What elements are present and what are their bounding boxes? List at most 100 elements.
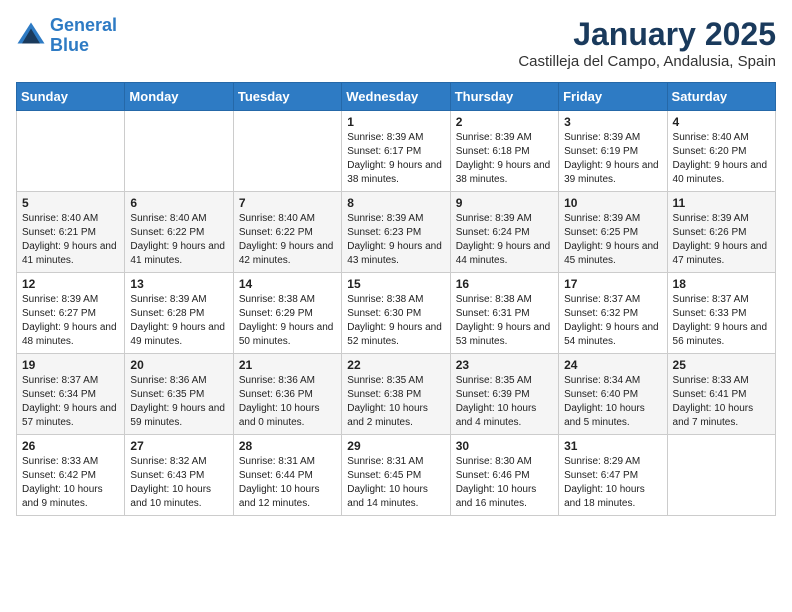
day-info: Sunrise: 8:35 AM Sunset: 6:38 PM Dayligh…: [347, 374, 444, 430]
day-info: Sunrise: 8:40 AM Sunset: 6:22 PM Dayligh…: [130, 212, 227, 268]
title-block: January 2025 Castilleja del Campo, Andal…: [518, 16, 776, 70]
day-number: 24: [564, 358, 661, 372]
calendar-cell: 30 Sunrise: 8:30 AM Sunset: 6:46 PM Dayli…: [450, 435, 558, 516]
calendar-cell: [667, 435, 775, 516]
calendar-cell: 17Sunrise: 8:37 AM Sunset: 6:32 PM Dayli…: [559, 273, 667, 354]
day-number: 4: [673, 115, 770, 129]
calendar-week-row: 19 Sunrise: 8:37 AM Sunset: 6:34 PM Dayli…: [17, 354, 776, 435]
day-number: 18: [673, 277, 770, 291]
calendar-cell: 6 Sunrise: 8:40 AM Sunset: 6:22 PM Daylig…: [125, 192, 233, 273]
day-number: 7: [239, 196, 336, 210]
day-info: Sunrise: 8:34 AM Sunset: 6:40 PM Dayligh…: [564, 374, 661, 430]
weekday-header: Saturday: [667, 83, 775, 111]
day-info: Sunrise: 8:39 AM Sunset: 6:23 PM Dayligh…: [347, 212, 444, 268]
weekday-header: Sunday: [17, 83, 125, 111]
day-info: Sunrise: 8:36 AM Sunset: 6:36 PM Dayligh…: [239, 374, 336, 430]
day-info: Sunrise: 8:40 AM Sunset: 6:22 PM Dayligh…: [239, 212, 336, 268]
day-number: 19: [22, 358, 119, 372]
day-info: Sunrise: 8:39 AM Sunset: 6:17 PM Dayligh…: [347, 131, 444, 187]
day-info: Sunrise: 8:31 AM Sunset: 6:45 PM Dayligh…: [347, 455, 444, 511]
calendar-header-row: SundayMondayTuesdayWednesdayThursdayFrid…: [17, 83, 776, 111]
day-number: 23: [456, 358, 553, 372]
calendar-cell: 13 Sunrise: 8:39 AM Sunset: 6:28 PM Dayli…: [125, 273, 233, 354]
logo-text: General Blue: [50, 16, 117, 56]
day-number: 11: [673, 196, 770, 210]
day-number: 10: [564, 196, 661, 210]
day-number: 9: [456, 196, 553, 210]
calendar-cell: 21 Sunrise: 8:36 AM Sunset: 6:36 PM Dayli…: [233, 354, 341, 435]
calendar-cell: 9 Sunrise: 8:39 AM Sunset: 6:24 PM Daylig…: [450, 192, 558, 273]
day-info: Sunrise: 8:37 AM Sunset: 6:34 PM Dayligh…: [22, 374, 119, 430]
day-info: Sunrise: 8:39 AM Sunset: 6:28 PM Dayligh…: [130, 293, 227, 349]
day-info: Sunrise: 8:32 AM Sunset: 6:43 PM Dayligh…: [130, 455, 227, 511]
day-number: 29: [347, 439, 444, 453]
calendar-cell: 19 Sunrise: 8:37 AM Sunset: 6:34 PM Dayli…: [17, 354, 125, 435]
day-info: Sunrise: 8:39 AM Sunset: 6:18 PM Dayligh…: [456, 131, 553, 187]
calendar-week-row: 5 Sunrise: 8:40 AM Sunset: 6:21 PM Daylig…: [17, 192, 776, 273]
calendar-cell: 18Sunrise: 8:37 AM Sunset: 6:33 PM Dayli…: [667, 273, 775, 354]
calendar-cell: 15Sunrise: 8:38 AM Sunset: 6:30 PM Dayli…: [342, 273, 450, 354]
calendar-week-row: 12 Sunrise: 8:39 AM Sunset: 6:27 PM Dayli…: [17, 273, 776, 354]
day-info: Sunrise: 8:39 AM Sunset: 6:19 PM Dayligh…: [564, 131, 661, 187]
day-info: Sunrise: 8:33 AM Sunset: 6:42 PM Dayligh…: [22, 455, 119, 511]
day-info: Sunrise: 8:39 AM Sunset: 6:24 PM Dayligh…: [456, 212, 553, 268]
day-number: 5: [22, 196, 119, 210]
calendar-week-row: 26 Sunrise: 8:33 AM Sunset: 6:42 PM Dayli…: [17, 435, 776, 516]
location: Castilleja del Campo, Andalusia, Spain: [518, 53, 776, 70]
calendar-cell: 29 Sunrise: 8:31 AM Sunset: 6:45 PM Dayli…: [342, 435, 450, 516]
calendar-cell: 5 Sunrise: 8:40 AM Sunset: 6:21 PM Daylig…: [17, 192, 125, 273]
calendar-cell: 31 Sunrise: 8:29 AM Sunset: 6:47 PM Dayli…: [559, 435, 667, 516]
calendar-cell: 12 Sunrise: 8:39 AM Sunset: 6:27 PM Dayli…: [17, 273, 125, 354]
day-number: 20: [130, 358, 227, 372]
day-info: Sunrise: 8:30 AM Sunset: 6:46 PM Dayligh…: [456, 455, 553, 511]
day-info: Sunrise: 8:39 AM Sunset: 6:27 PM Dayligh…: [22, 293, 119, 349]
weekday-header: Thursday: [450, 83, 558, 111]
calendar-cell: 16Sunrise: 8:38 AM Sunset: 6:31 PM Dayli…: [450, 273, 558, 354]
day-info: Sunrise: 8:39 AM Sunset: 6:26 PM Dayligh…: [673, 212, 770, 268]
calendar-cell: 28Sunrise: 8:31 AM Sunset: 6:44 PM Dayli…: [233, 435, 341, 516]
day-number: 13: [130, 277, 227, 291]
day-number: 21: [239, 358, 336, 372]
calendar-cell: 2 Sunrise: 8:39 AM Sunset: 6:18 PM Daylig…: [450, 111, 558, 192]
calendar-cell: 1 Sunrise: 8:39 AM Sunset: 6:17 PM Daylig…: [342, 111, 450, 192]
day-number: 15: [347, 277, 444, 291]
day-info: Sunrise: 8:29 AM Sunset: 6:47 PM Dayligh…: [564, 455, 661, 511]
calendar-cell: [17, 111, 125, 192]
calendar-cell: 26 Sunrise: 8:33 AM Sunset: 6:42 PM Dayli…: [17, 435, 125, 516]
day-number: 3: [564, 115, 661, 129]
calendar-cell: 23 Sunrise: 8:35 AM Sunset: 6:39 PM Dayli…: [450, 354, 558, 435]
calendar-cell: 24 Sunrise: 8:34 AM Sunset: 6:40 PM Dayli…: [559, 354, 667, 435]
day-number: 30: [456, 439, 553, 453]
day-number: 6: [130, 196, 227, 210]
calendar-cell: [233, 111, 341, 192]
day-info: Sunrise: 8:33 AM Sunset: 6:41 PM Dayligh…: [673, 374, 770, 430]
page-header: General Blue January 2025 Castilleja del…: [16, 16, 776, 70]
day-number: 31: [564, 439, 661, 453]
day-number: 22: [347, 358, 444, 372]
day-number: 1: [347, 115, 444, 129]
calendar-cell: 4Sunrise: 8:40 AM Sunset: 6:20 PM Daylig…: [667, 111, 775, 192]
calendar-cell: 3 Sunrise: 8:39 AM Sunset: 6:19 PM Daylig…: [559, 111, 667, 192]
day-info: Sunrise: 8:35 AM Sunset: 6:39 PM Dayligh…: [456, 374, 553, 430]
day-info: Sunrise: 8:40 AM Sunset: 6:21 PM Dayligh…: [22, 212, 119, 268]
calendar-cell: 22 Sunrise: 8:35 AM Sunset: 6:38 PM Dayli…: [342, 354, 450, 435]
calendar: SundayMondayTuesdayWednesdayThursdayFrid…: [16, 82, 776, 516]
day-info: Sunrise: 8:37 AM Sunset: 6:32 PM Dayligh…: [564, 293, 661, 349]
calendar-cell: 8 Sunrise: 8:39 AM Sunset: 6:23 PM Daylig…: [342, 192, 450, 273]
day-number: 8: [347, 196, 444, 210]
calendar-cell: 27 Sunrise: 8:32 AM Sunset: 6:43 PM Dayli…: [125, 435, 233, 516]
weekday-header: Friday: [559, 83, 667, 111]
weekday-header: Tuesday: [233, 83, 341, 111]
calendar-cell: [125, 111, 233, 192]
day-info: Sunrise: 8:38 AM Sunset: 6:29 PM Dayligh…: [239, 293, 336, 349]
month-year: January 2025: [518, 16, 776, 53]
weekday-header: Monday: [125, 83, 233, 111]
weekday-header: Wednesday: [342, 83, 450, 111]
day-number: 26: [22, 439, 119, 453]
day-number: 25: [673, 358, 770, 372]
day-number: 27: [130, 439, 227, 453]
calendar-cell: 7 Sunrise: 8:40 AM Sunset: 6:22 PM Daylig…: [233, 192, 341, 273]
day-number: 12: [22, 277, 119, 291]
day-number: 2: [456, 115, 553, 129]
day-info: Sunrise: 8:39 AM Sunset: 6:25 PM Dayligh…: [564, 212, 661, 268]
